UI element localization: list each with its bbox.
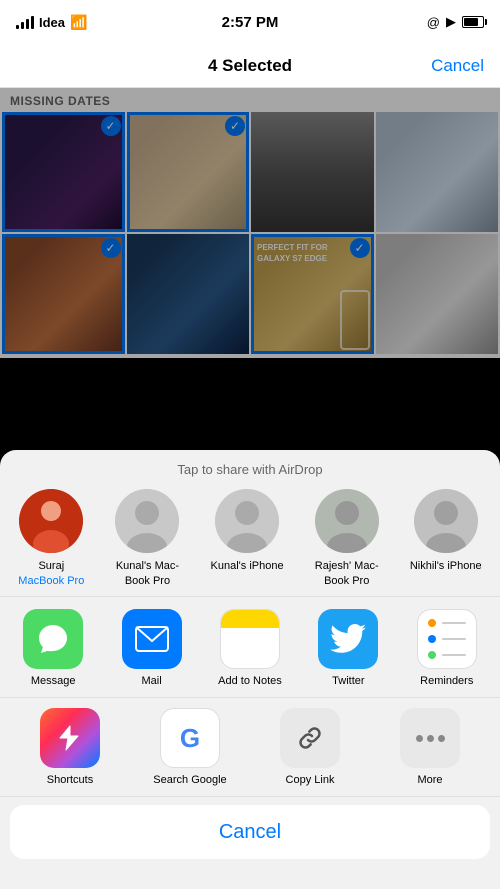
- airdrop-section: Tap to share with AirDrop SurajMacBook P…: [0, 450, 500, 597]
- status-right: @ ▶: [427, 14, 484, 30]
- person-avatar-nikhil-iphone: [414, 489, 478, 553]
- person-name-kunal-mac: Kunal's Mac-Book Pro: [105, 559, 190, 588]
- share-app-message[interactable]: Message: [13, 609, 93, 687]
- mail-app-label: Mail: [141, 675, 161, 687]
- airdrop-person-kunal-iphone[interactable]: Kunal's iPhone: [211, 489, 284, 588]
- location-icon: ▶: [446, 14, 456, 30]
- copy-link-action-icon: [280, 708, 340, 768]
- more-action-icon: [400, 708, 460, 768]
- shortcuts-action-icon: [40, 708, 100, 768]
- person-avatar-kunal-iphone: [215, 489, 279, 553]
- status-time: 2:57 PM: [222, 14, 279, 31]
- nav-cancel-button[interactable]: Cancel: [431, 56, 484, 76]
- app-share-row: Message Mail: [0, 609, 500, 687]
- airdrop-people-list: SurajMacBook Pro Kunal's Mac-Book Pro: [0, 489, 500, 588]
- status-left: Idea 📶: [16, 14, 87, 31]
- reminders-app-label: Reminders: [420, 675, 473, 687]
- person-avatar-rajesh-mac: [315, 489, 379, 553]
- nav-title: 4 Selected: [208, 56, 292, 76]
- carrier-label: Idea: [39, 15, 65, 30]
- message-app-icon: [23, 609, 83, 669]
- copy-link-action-label: Copy Link: [286, 774, 335, 786]
- person-name-rajesh-mac: Rajesh' Mac-Book Pro: [304, 559, 389, 588]
- cancel-section: Cancel: [0, 797, 500, 889]
- action-shortcuts[interactable]: Shortcuts: [30, 708, 110, 786]
- action-search-google[interactable]: G Search Google: [150, 708, 230, 786]
- share-app-reminders[interactable]: Reminders: [407, 609, 487, 687]
- airdrop-person-kunal-mac[interactable]: Kunal's Mac-Book Pro: [105, 489, 190, 588]
- person-name-nikhil-iphone: Nikhil's iPhone: [410, 559, 482, 573]
- notes-app-icon: [220, 609, 280, 669]
- airdrop-person-rajesh-mac[interactable]: Rajesh' Mac-Book Pro: [304, 489, 389, 588]
- person-avatar-suraj: [19, 489, 83, 553]
- airdrop-person-suraj[interactable]: SurajMacBook Pro: [18, 489, 84, 588]
- share-sheet: Tap to share with AirDrop SurajMacBook P…: [0, 450, 500, 889]
- person-avatar-kunal-mac: [115, 489, 179, 553]
- search-google-action-label: Search Google: [153, 774, 226, 786]
- person-name-kunal-iphone: Kunal's iPhone: [211, 559, 284, 573]
- twitter-app-label: Twitter: [332, 675, 364, 687]
- wifi-icon: 📶: [70, 14, 87, 31]
- reminders-app-icon: [417, 609, 477, 669]
- action-section: Shortcuts G Search Google Copy Link: [0, 698, 500, 797]
- google-action-icon: G: [160, 708, 220, 768]
- person-name-suraj: SurajMacBook Pro: [18, 559, 84, 588]
- app-share-section: Message Mail: [0, 597, 500, 698]
- mail-app-icon: [122, 609, 182, 669]
- at-icon: @: [427, 15, 440, 30]
- battery-icon: [462, 16, 484, 28]
- share-app-twitter[interactable]: Twitter: [308, 609, 388, 687]
- nav-bar: 4 Selected Cancel: [0, 44, 500, 88]
- share-app-notes[interactable]: Add to Notes: [210, 609, 290, 687]
- action-row: Shortcuts G Search Google Copy Link: [0, 708, 500, 786]
- airdrop-title: Tap to share with AirDrop: [0, 462, 500, 477]
- notes-app-label: Add to Notes: [218, 675, 282, 687]
- action-more[interactable]: More: [390, 708, 470, 786]
- airdrop-person-nikhil-iphone[interactable]: Nikhil's iPhone: [410, 489, 482, 588]
- signal-bars: [16, 15, 34, 29]
- status-bar: Idea 📶 2:57 PM @ ▶: [0, 0, 500, 44]
- share-cancel-button[interactable]: Cancel: [10, 805, 490, 859]
- more-action-label: More: [417, 774, 442, 786]
- action-copy-link[interactable]: Copy Link: [270, 708, 350, 786]
- shortcuts-action-label: Shortcuts: [47, 774, 93, 786]
- share-app-mail[interactable]: Mail: [112, 609, 192, 687]
- message-app-label: Message: [31, 675, 76, 687]
- twitter-app-icon: [318, 609, 378, 669]
